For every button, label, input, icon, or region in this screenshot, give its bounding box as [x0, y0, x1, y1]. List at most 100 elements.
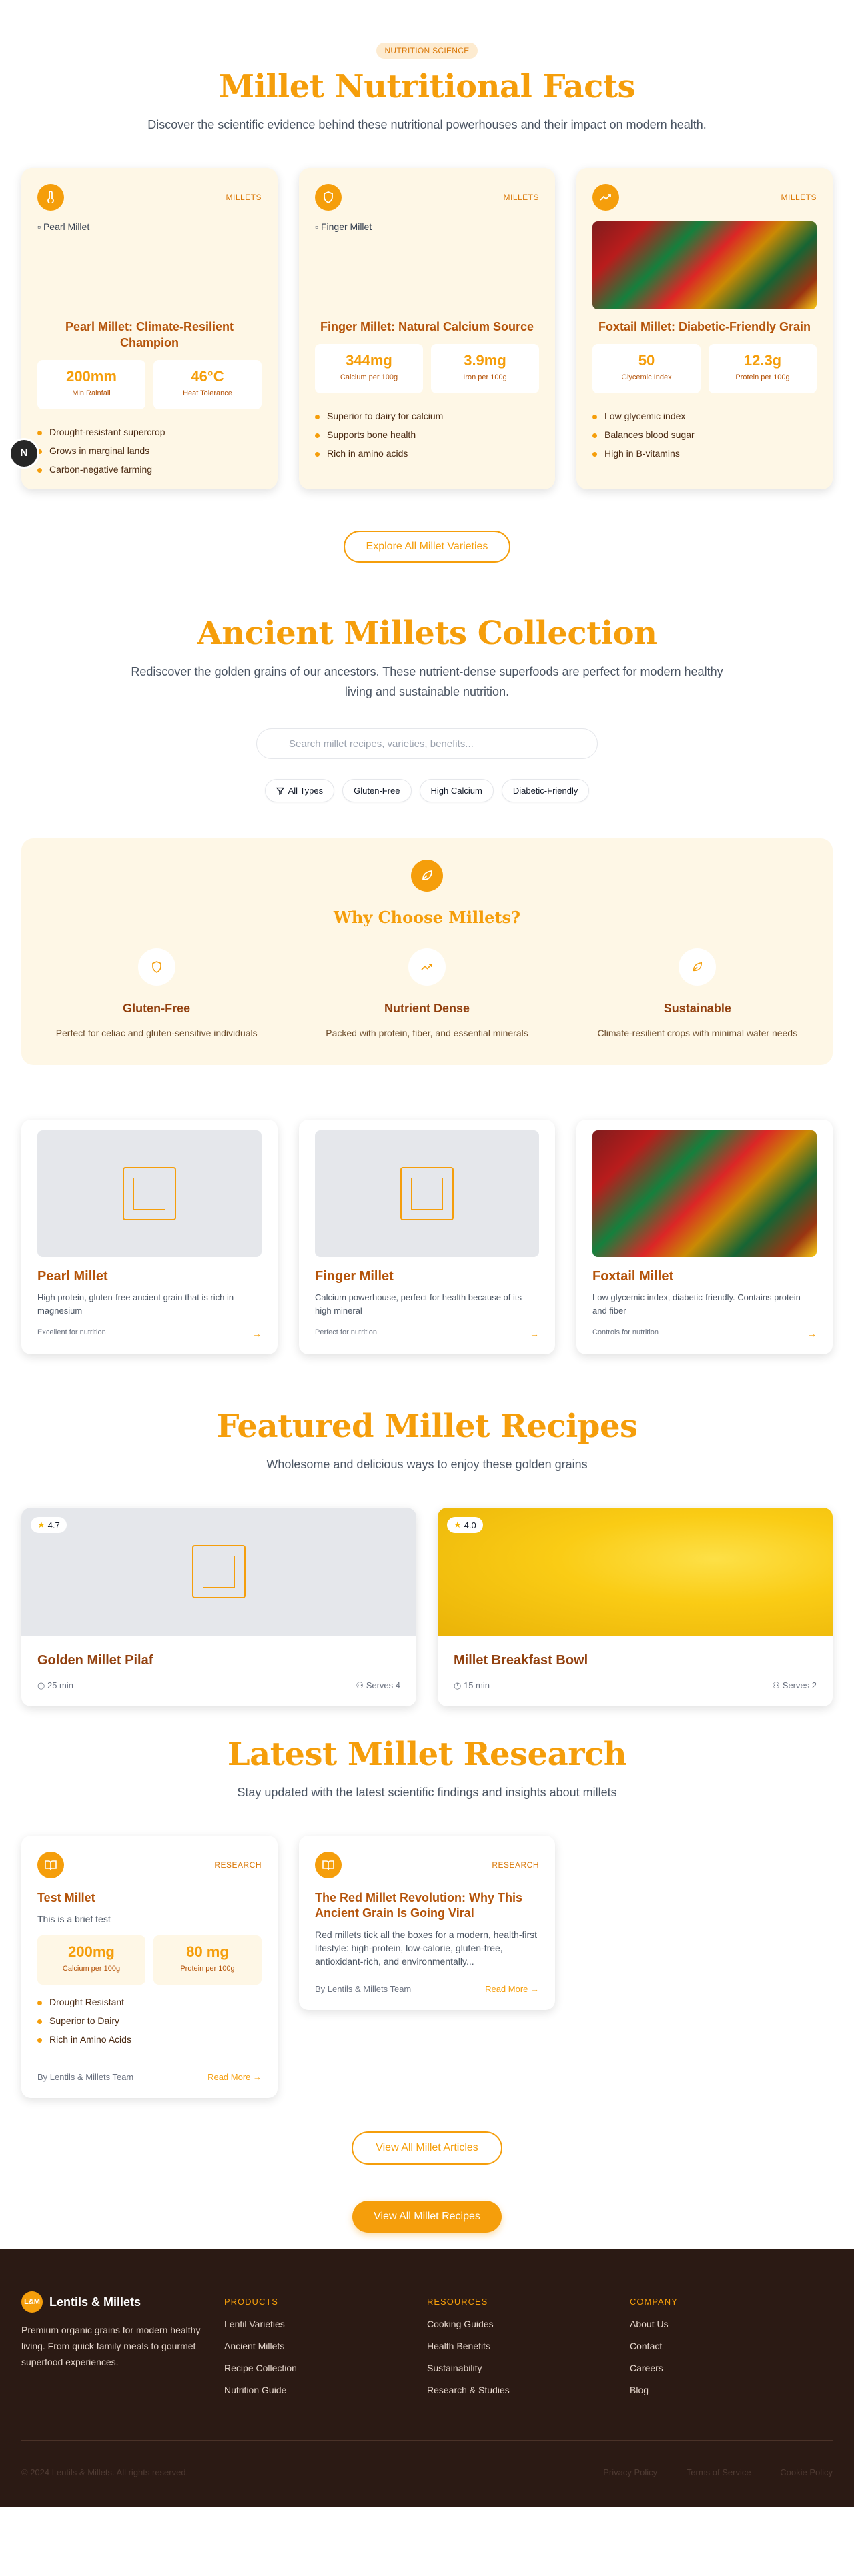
- stat-box: 200mg Calcium per 100g: [37, 1935, 145, 1985]
- view-articles-button[interactable]: View All Millet Articles: [352, 2131, 502, 2165]
- variety-name: Foxtail Millet: [592, 1269, 674, 1284]
- brand-logo[interactable]: L&M: [21, 2291, 43, 2313]
- recipes-section: Featured Millet Recipes Wholesome and de…: [0, 1354, 854, 1706]
- variety-name: Finger Millet: [315, 1269, 394, 1284]
- footer-link[interactable]: Nutrition Guide: [224, 2385, 427, 2395]
- variety-card-foxtail[interactable]: Foxtail Millet Low glycemic index, diabe…: [576, 1120, 833, 1354]
- trending-up-icon: [592, 184, 619, 211]
- stat-box: 12.3g Protein per 100g: [709, 344, 817, 393]
- footer-link[interactable]: Careers: [630, 2363, 833, 2373]
- view-recipes-button[interactable]: View All Millet Recipes: [352, 2201, 502, 2233]
- finger-millet-image: ▫ Finger Millet: [315, 221, 372, 232]
- stat-box: 200mm Min Rainfall: [37, 360, 145, 409]
- filter-all-types[interactable]: All Types: [264, 779, 335, 802]
- benefit-list: Superior to dairy for calcium Supports b…: [315, 407, 539, 463]
- footer-link[interactable]: Recipe Collection: [224, 2363, 427, 2373]
- list-item: Superior to Dairy: [37, 2011, 262, 2030]
- recipe-card[interactable]: ★ 4.7 Golden Millet Pilaf ◷ 25 min ⚇ Serv…: [21, 1508, 416, 1706]
- recipes-title: Featured Millet Recipes: [216, 1408, 638, 1445]
- article-title: The Red Millet Revolution: Why This Anci…: [315, 1891, 523, 1920]
- category-tag: RESEARCH: [492, 1860, 539, 1870]
- article-author: By Lentils & Millets Team: [37, 2072, 134, 2082]
- section-badge: NUTRITION SCIENCE: [376, 43, 478, 59]
- filter-diabetic-friendly[interactable]: Diabetic-Friendly: [501, 779, 590, 802]
- rating-badge: ★ 4.7: [31, 1517, 67, 1533]
- article-card[interactable]: RESEARCH The Red Millet Revolution: Why …: [299, 1836, 555, 2010]
- recipes-subtitle: Wholesome and delicious ways to enjoy th…: [266, 1458, 588, 1471]
- footer-link[interactable]: Cooking Guides: [427, 2319, 630, 2329]
- list-item: Grows in marginal lands: [37, 441, 262, 460]
- broken-image-icon: ▫: [37, 221, 41, 232]
- search-input[interactable]: Search millet recipes, varieties, benefi…: [256, 728, 598, 759]
- cookie-link[interactable]: Cookie Policy: [780, 2467, 833, 2477]
- privacy-link[interactable]: Privacy Policy: [603, 2467, 657, 2477]
- article-desc: This is a brief test: [37, 1914, 111, 1924]
- recipe-card[interactable]: ★ 4.0 Millet Breakfast Bowl ◷ 15 min ⚇ Se…: [438, 1508, 833, 1706]
- category-tag: MILLETS: [781, 193, 817, 202]
- collection-title: Ancient Millets Collection: [197, 615, 657, 652]
- footer-link[interactable]: Contact: [630, 2341, 833, 2351]
- vegetables-image: [592, 1130, 817, 1257]
- brand-name[interactable]: Lentils & Millets: [49, 2295, 141, 2309]
- benefit-list: Drought Resistant Superior to Dairy Rich…: [37, 1993, 262, 2049]
- article-card[interactable]: RESEARCH Test Millet This is a brief tes…: [21, 1836, 278, 2098]
- broken-image-icon: ▫: [315, 221, 318, 232]
- avatar[interactable]: N: [11, 440, 37, 467]
- footer-link[interactable]: Lentil Varieties: [224, 2319, 427, 2329]
- read-more-link[interactable]: Read More →: [207, 2072, 262, 2082]
- book-icon: [37, 1852, 64, 1878]
- why-item-sustainable: Sustainable Climate-resilient crops with…: [562, 948, 833, 1038]
- card-title: Foxtail Millet: Diabetic-Friendly Grain: [598, 320, 811, 333]
- stat-box: 46°C Heat Tolerance: [153, 360, 262, 409]
- users-icon: ⚇: [772, 1680, 781, 1690]
- footer-heading: PRODUCTS: [224, 2297, 278, 2307]
- rating-badge: ★ 4.0: [447, 1517, 483, 1533]
- users-icon: ⚇: [356, 1680, 364, 1690]
- filter-high-calcium[interactable]: High Calcium: [419, 779, 494, 802]
- fact-card-foxtail[interactable]: MILLETS Foxtail Millet: Diabetic-Friendl…: [576, 168, 833, 489]
- copyright: © 2024 Lentils & Millets. All rights res…: [21, 2467, 189, 2477]
- stat-box: 80 mg Protein per 100g: [153, 1935, 262, 1985]
- footer-heading: COMPANY: [630, 2297, 678, 2307]
- why-item-nutrient-dense: Nutrient Dense Packed with protein, fibe…: [292, 948, 562, 1038]
- card-title: Pearl Millet: Climate-Resilient Champion: [65, 320, 234, 349]
- footer-link[interactable]: Ancient Millets: [224, 2341, 427, 2351]
- footer-link[interactable]: Health Benefits: [427, 2341, 630, 2351]
- nutrition-facts-section: NUTRITION SCIENCE Millet Nutritional Fac…: [0, 0, 854, 563]
- footer-heading: RESOURCES: [427, 2297, 488, 2307]
- arrow-right-icon[interactable]: →: [807, 1328, 817, 1339]
- trending-up-icon: [408, 948, 446, 986]
- list-item: Superior to dairy for calcium: [315, 407, 539, 425]
- list-item: Drought Resistant: [37, 1993, 262, 2011]
- variety-card-finger[interactable]: Finger Millet Calcium powerhouse, perfec…: [299, 1120, 555, 1354]
- read-more-link[interactable]: Read More →: [485, 1984, 539, 1994]
- research-title: Latest Millet Research: [227, 1736, 627, 1773]
- terms-link[interactable]: Terms of Service: [687, 2467, 751, 2477]
- list-item: High in B-vitamins: [592, 444, 817, 463]
- explore-varieties-button[interactable]: Explore All Millet Varieties: [343, 531, 511, 563]
- article-desc: Red millets tick all the boxes for a mod…: [315, 1929, 538, 1967]
- footer-link[interactable]: About Us: [630, 2319, 833, 2329]
- why-item-gluten-free: Gluten-Free Perfect for celiac and glute…: [21, 948, 292, 1038]
- fact-card-pearl[interactable]: MILLETS ▫ Pearl Millet Pearl Millet: Clim…: [21, 168, 278, 489]
- foxtail-millet-image: [592, 221, 817, 309]
- leaf-icon: [679, 948, 717, 986]
- variety-desc: Calcium powerhouse, perfect for health b…: [315, 1292, 522, 1316]
- footer-link[interactable]: Research & Studies: [427, 2385, 630, 2395]
- footer-link[interactable]: Sustainability: [427, 2363, 630, 2373]
- footer-link[interactable]: Blog: [630, 2385, 833, 2395]
- arrow-right-icon[interactable]: →: [252, 1328, 262, 1339]
- shield-icon: [315, 184, 342, 211]
- fact-card-finger[interactable]: MILLETS ▫ Finger Millet Finger Millet: Na…: [299, 168, 555, 489]
- list-item: Rich in Amino Acids: [37, 2030, 262, 2049]
- filter-icon: [276, 787, 284, 795]
- list-item: Carbon-negative farming: [37, 460, 262, 479]
- leaf-icon: [411, 860, 443, 892]
- filter-chips: All Types Gluten-Free High Calcium Diabe…: [21, 779, 833, 802]
- filter-gluten-free[interactable]: Gluten-Free: [342, 779, 412, 802]
- arrow-right-icon[interactable]: →: [530, 1328, 539, 1339]
- category-tag: MILLETS: [226, 193, 262, 202]
- variety-card-pearl[interactable]: Pearl Millet High protein, gluten-free a…: [21, 1120, 278, 1354]
- page-title: Millet Nutritional Facts: [218, 68, 636, 105]
- collection-subtitle: Rediscover the golden grains of our ance…: [131, 665, 723, 698]
